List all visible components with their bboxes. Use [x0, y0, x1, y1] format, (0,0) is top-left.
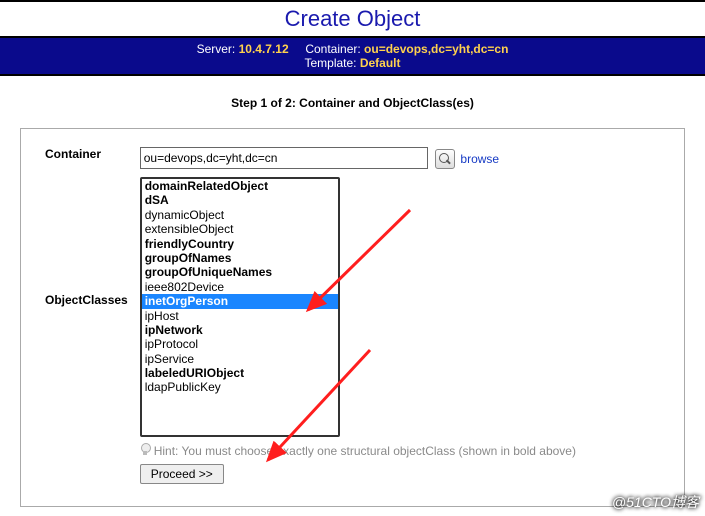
server-value: 10.4.7.12 — [239, 42, 289, 56]
objectclasses-select[interactable]: domainRelatedObjectdSAdynamicObjectexten… — [140, 177, 340, 437]
objectclass-option[interactable]: ldapPublicKey — [142, 380, 338, 394]
container-label: Container: — [305, 42, 360, 56]
objectclass-option[interactable]: ieee802Device — [142, 280, 338, 294]
hint-label: Hint: — [154, 444, 179, 458]
watermark: @51CTO博客 — [612, 492, 699, 512]
objectclass-option[interactable]: labeledURIObject — [142, 366, 338, 380]
objectclasses-field-label: ObjectClasses — [39, 173, 134, 488]
container-value: ou=devops,dc=yht,dc=cn — [364, 42, 508, 56]
objectclass-option[interactable]: inetOrgPerson — [142, 294, 338, 308]
browse-link[interactable]: browse — [460, 152, 499, 166]
objectclass-option[interactable]: dynamicObject — [142, 208, 338, 222]
template-value: Default — [360, 56, 401, 70]
hint-row: Hint: You must choose exactly one struct… — [140, 443, 576, 458]
info-bar: Server: 10.4.7.12 Container: ou=devops,d… — [0, 38, 705, 76]
title-bar: Create Object — [0, 0, 705, 38]
search-icon[interactable] — [435, 149, 455, 169]
proceed-button[interactable]: Proceed >> — [140, 464, 224, 484]
objectclass-option[interactable]: groupOfUniqueNames — [142, 265, 338, 279]
server-label: Server: — [197, 42, 236, 56]
hint-text: You must choose exactly one structural o… — [178, 444, 576, 458]
objectclass-option[interactable]: ipHost — [142, 309, 338, 323]
container-input[interactable] — [140, 147, 428, 169]
objectclass-option[interactable]: friendlyCountry — [142, 237, 338, 251]
objectclass-option[interactable]: domainRelatedObject — [142, 179, 338, 193]
objectclass-option[interactable]: dSA — [142, 193, 338, 207]
objectclass-option[interactable]: ipNetwork — [142, 323, 338, 337]
container-field-label: Container — [39, 143, 134, 173]
objectclass-option[interactable]: groupOfNames — [142, 251, 338, 265]
form-panel: Container browse ObjectClasses domainRel… — [20, 128, 685, 507]
page-title: Create Object — [285, 6, 421, 31]
objectclass-option[interactable]: ipProtocol — [142, 337, 338, 351]
objectclass-option[interactable]: ipService — [142, 352, 338, 366]
lightbulb-icon — [140, 443, 152, 457]
step-heading: Step 1 of 2: Container and ObjectClass(e… — [0, 76, 705, 128]
objectclass-option[interactable]: extensibleObject — [142, 222, 338, 236]
template-label: Template: — [304, 56, 356, 70]
